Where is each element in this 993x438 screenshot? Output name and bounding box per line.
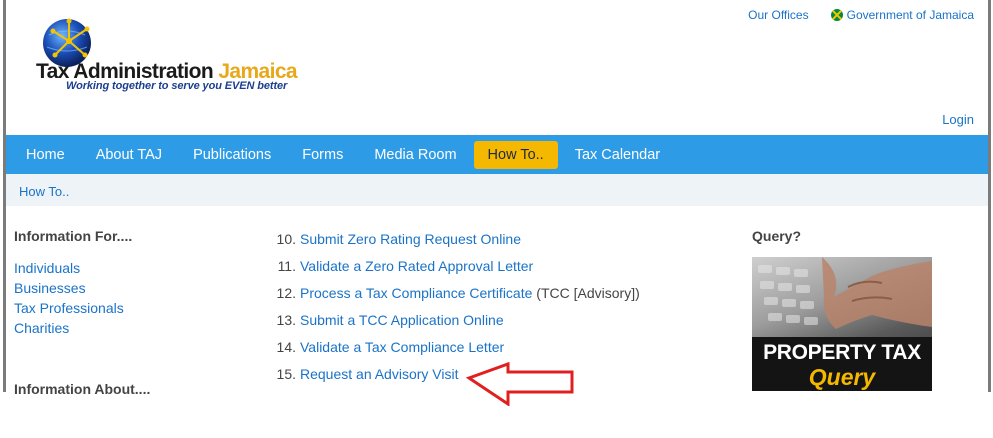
logo-tagline: Working together to serve you EVEN bette… bbox=[66, 80, 288, 92]
information-for-heading: Information For.... bbox=[14, 228, 133, 244]
login-link[interactable]: Login bbox=[942, 112, 974, 127]
government-link-label: Government of Jamaica bbox=[846, 8, 974, 22]
nav-media-room[interactable]: Media Room bbox=[360, 141, 470, 169]
list-item: 14. Validate a Tax Compliance Letter bbox=[274, 337, 640, 364]
list-item-number: 11. bbox=[277, 258, 296, 274]
list-item: 15. Request an Advisory Visit bbox=[274, 364, 640, 391]
link-individuals[interactable]: Individuals bbox=[14, 258, 234, 278]
nav-forms[interactable]: Forms bbox=[288, 141, 357, 169]
our-offices-link[interactable]: Our Offices bbox=[748, 8, 808, 22]
top-links: Our Offices Government of Jamaica bbox=[748, 8, 974, 22]
list-item-link[interactable]: Submit Zero Rating Request Online bbox=[300, 231, 521, 247]
property-tax-query-banner[interactable]: PROPERTY TAX Query bbox=[752, 257, 932, 391]
nav-tax-calendar[interactable]: Tax Calendar bbox=[561, 141, 674, 169]
information-about-heading: Information About.... bbox=[14, 381, 151, 397]
promo-text-block: PROPERTY TAX Query bbox=[752, 337, 932, 391]
promo-title: PROPERTY TAX bbox=[763, 341, 921, 364]
list-item-number: 13. bbox=[276, 312, 296, 328]
breadcrumb-how-to[interactable]: How To.. bbox=[19, 184, 69, 199]
nav-about-taj[interactable]: About TAJ bbox=[82, 141, 176, 169]
promo-subtitle: Query bbox=[808, 364, 876, 390]
request-advisory-visit-link[interactable]: Request an Advisory Visit bbox=[300, 366, 459, 382]
list-item-link[interactable]: Validate a Tax Compliance Letter bbox=[300, 339, 504, 355]
list-item-number: 14. bbox=[276, 339, 296, 355]
list-item: 13. Submit a TCC Application Online bbox=[274, 310, 640, 337]
list-item-number: 12. bbox=[276, 285, 296, 301]
right-sidebar: Query? PROPERTY TAX Query bbox=[752, 228, 932, 391]
query-heading: Query? bbox=[752, 228, 802, 244]
link-charities[interactable]: Charities bbox=[14, 318, 234, 338]
main-nav: Home About TAJ Publications Forms Media … bbox=[6, 135, 988, 174]
government-of-jamaica-link[interactable]: Government of Jamaica bbox=[830, 8, 974, 22]
breadcrumb: How To.. bbox=[6, 174, 988, 206]
list-item-number: 15. bbox=[276, 366, 296, 382]
list-item: 12. Process a Tax Compliance Certificate … bbox=[274, 283, 640, 310]
page-frame: Tax Administration Jamaica Working toget… bbox=[3, 0, 991, 406]
annotation-arrow-icon bbox=[466, 362, 574, 406]
list-item-link[interactable]: Submit a TCC Application Online bbox=[300, 312, 504, 328]
list-item-number: 10. bbox=[276, 231, 296, 247]
list-item: 11. Validate a Zero Rated Approval Letter bbox=[274, 256, 640, 283]
nav-how-to[interactable]: How To.. bbox=[473, 140, 558, 169]
link-tax-professionals[interactable]: Tax Professionals bbox=[14, 298, 234, 318]
jamaica-flag-icon bbox=[830, 9, 843, 21]
nav-publications[interactable]: Publications bbox=[179, 141, 285, 169]
site-header: Tax Administration Jamaica Working toget… bbox=[6, 0, 988, 135]
list-item-suffix: (TCC [Advisory]) bbox=[532, 285, 640, 301]
list-item-link[interactable]: Validate a Zero Rated Approval Letter bbox=[300, 258, 533, 274]
keyboard-hands-image bbox=[758, 257, 932, 329]
how-to-list: 10. Submit Zero Rating Request Online 11.… bbox=[274, 229, 640, 391]
list-item: 10. Submit Zero Rating Request Online bbox=[274, 229, 640, 256]
nav-home[interactable]: Home bbox=[12, 141, 79, 169]
link-businesses[interactable]: Businesses bbox=[14, 278, 234, 298]
left-sidebar: Information For.... Individuals Business… bbox=[14, 228, 234, 411]
list-item-link[interactable]: Process a Tax Compliance Certificate bbox=[300, 285, 532, 301]
